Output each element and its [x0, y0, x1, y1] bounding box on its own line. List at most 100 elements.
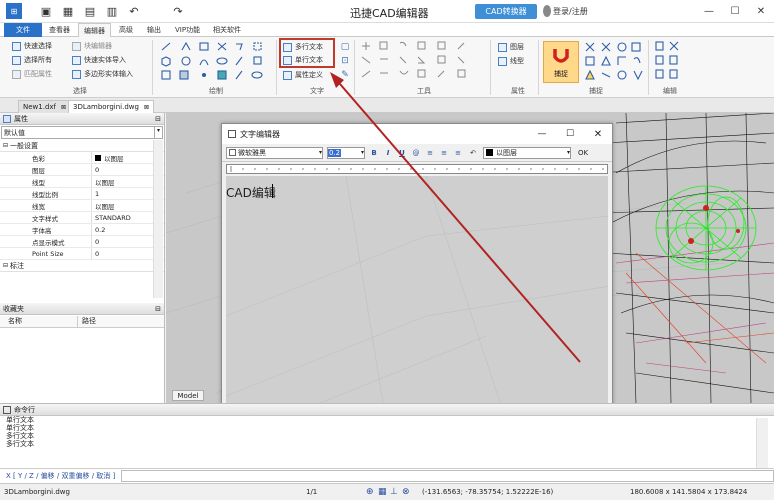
magnet-icon	[552, 47, 570, 65]
tab-file[interactable]: 文件	[4, 23, 42, 37]
favorites-columns: 名称 路径	[0, 316, 164, 328]
command-options-text[interactable]: X [ Y / Z / 偏移 / 双重偏移 / 取消 ]	[6, 471, 115, 481]
open-file-icon[interactable]: ▦	[60, 3, 76, 19]
multiline-text-button[interactable]: 多行文本	[283, 41, 323, 53]
favorites-col-path[interactable]: 路径	[78, 316, 96, 327]
size-select[interactable]: 0.2▾	[327, 147, 365, 159]
underline-button[interactable]: U	[397, 149, 407, 157]
collapse-icon[interactable]: ⊟	[3, 262, 8, 269]
text-edit-icon[interactable]: ✎	[340, 70, 350, 80]
match-properties-label: 匹配属性	[24, 69, 52, 79]
save-icon[interactable]: ▤	[82, 3, 98, 19]
command-scrollbar[interactable]	[756, 418, 768, 468]
collapse-icon[interactable]: ⊟	[3, 142, 8, 149]
favorites-col-name[interactable]: 名称	[0, 316, 78, 327]
select-all-button[interactable]: 选择所有	[12, 54, 52, 66]
text-find-icon[interactable]: ⊡	[340, 56, 350, 66]
undo-icon[interactable]	[148, 3, 164, 19]
panel-pin-icon[interactable]: ⊟	[155, 115, 161, 123]
property-row[interactable]: 线型比例1	[0, 188, 164, 200]
polar-icon[interactable]: ⊗	[402, 487, 410, 497]
attribute-define-button[interactable]: 属性定义	[283, 69, 323, 81]
snap-midpoint-icon	[602, 57, 610, 65]
symbol-icon[interactable]: @	[411, 149, 421, 157]
ribbon: 快速选择 选择所有 匹配属性 块编辑器 快速实体导入 多边形实体输入 选择 绘制	[0, 37, 774, 98]
maximize-button[interactable]: ☐	[726, 3, 744, 19]
tab-vip[interactable]: VIP功能	[170, 23, 205, 37]
layer-button[interactable]: 图层	[498, 41, 524, 53]
property-row[interactable]: 字体高0.2	[0, 224, 164, 236]
doc-tab-close-icon[interactable]: ⊠	[144, 104, 149, 111]
section-general[interactable]: ⊟一般设置	[0, 140, 164, 152]
chevron-down-icon[interactable]: ▾	[154, 127, 162, 138]
dialog-minimize-button[interactable]: —	[528, 129, 556, 139]
properties-scrollbar[interactable]	[153, 140, 163, 298]
ortho-icon[interactable]: ⊥	[390, 487, 398, 497]
polygon-entity-input-button[interactable]: 多边形实体输入	[72, 68, 133, 80]
italic-button[interactable]: I	[383, 149, 393, 157]
undo-text-icon[interactable]: ↶	[467, 149, 479, 157]
command-input[interactable]	[121, 470, 774, 482]
trim-icon	[458, 43, 464, 49]
block-editor-button[interactable]: 块编辑器	[72, 40, 112, 52]
favorites-pin-icon[interactable]: ⊟	[155, 305, 161, 313]
doc-tab-close-icon[interactable]: ⊠	[61, 104, 66, 111]
property-row[interactable]: 图层0	[0, 164, 164, 176]
text-edit-area[interactable]: CAD编辑	[226, 176, 608, 421]
dialog-close-button[interactable]: ✕	[584, 129, 612, 140]
snap-button[interactable]: 捕捉	[543, 41, 579, 83]
ok-button[interactable]: OK	[575, 149, 591, 157]
doc-tab-new1[interactable]: New1.dxf⊠	[18, 100, 71, 113]
text-content[interactable]: CAD编辑	[226, 184, 276, 201]
property-row[interactable]: 色彩以图层	[0, 152, 164, 164]
quick-entity-import-button[interactable]: 快速实体导入	[72, 54, 126, 66]
quick-select-button[interactable]: 快速选择	[12, 40, 52, 52]
tab-advanced[interactable]: 高级	[114, 23, 138, 37]
tab-related[interactable]: 相关软件	[208, 23, 246, 37]
tab-editor[interactable]: 编辑器	[78, 23, 111, 37]
property-row[interactable]: 文字样式STANDARD	[0, 212, 164, 224]
user-icon[interactable]	[543, 5, 551, 17]
linetype-button[interactable]: 线型	[498, 55, 524, 67]
property-value-text: 0	[95, 250, 99, 258]
single-line-text-button[interactable]: 单行文本	[283, 54, 323, 66]
property-row[interactable]: 线型以图层	[0, 176, 164, 188]
text-style-icon[interactable]: ▢	[340, 42, 350, 52]
export-icon[interactable]: ↶	[126, 3, 142, 19]
align-right-icon[interactable]: ≡	[453, 149, 463, 157]
bold-button[interactable]: B	[369, 149, 379, 157]
property-row[interactable]: Point Size0	[0, 248, 164, 260]
pencil-icon	[236, 57, 242, 65]
dialog-maximize-button[interactable]: ☐	[556, 129, 584, 139]
entity-type-select[interactable]: 默认值▾	[1, 126, 163, 139]
doc-tab-3dlamborgini[interactable]: 3DLamborgini.dwg⊠	[68, 100, 154, 113]
property-row[interactable]: 线宽以图层	[0, 200, 164, 212]
edit-icons	[654, 41, 684, 83]
cad-converter-button[interactable]: CAD转换器	[475, 4, 537, 19]
align-left-icon[interactable]: ≡	[425, 149, 435, 157]
login-link[interactable]: 登录/注册	[553, 6, 588, 17]
zoom-icon[interactable]: ⊕	[366, 487, 374, 497]
match-properties-button[interactable]: 匹配属性	[12, 68, 52, 80]
minimize-button[interactable]: —	[700, 3, 718, 19]
point-icon	[203, 74, 206, 77]
print-icon[interactable]: ▥	[104, 3, 120, 19]
close-button[interactable]: ✕	[752, 3, 770, 19]
arc-icon	[200, 60, 208, 65]
section-dimension[interactable]: ⊟标注	[0, 260, 164, 272]
model-tab[interactable]: Model	[172, 390, 204, 401]
snap-insertion-icon	[618, 71, 626, 79]
property-row[interactable]: 点显示模式0	[0, 236, 164, 248]
tab-viewer[interactable]: 查看器	[44, 23, 75, 37]
redo-icon[interactable]: ↷	[170, 3, 186, 19]
new-file-icon[interactable]: ▣	[38, 3, 54, 19]
group-separator	[152, 40, 153, 95]
grid-icon[interactable]: ▦	[378, 487, 387, 497]
layer-select[interactable]: 以图层▾	[483, 147, 571, 159]
explode-icon	[400, 71, 408, 74]
align-center-icon[interactable]: ≡	[439, 149, 449, 157]
font-select[interactable]: 微软雅黑▾	[226, 147, 323, 159]
tab-output[interactable]: 输出	[142, 23, 166, 37]
attribute-define-label: 属性定义	[295, 70, 323, 80]
copy-icon	[380, 42, 387, 49]
